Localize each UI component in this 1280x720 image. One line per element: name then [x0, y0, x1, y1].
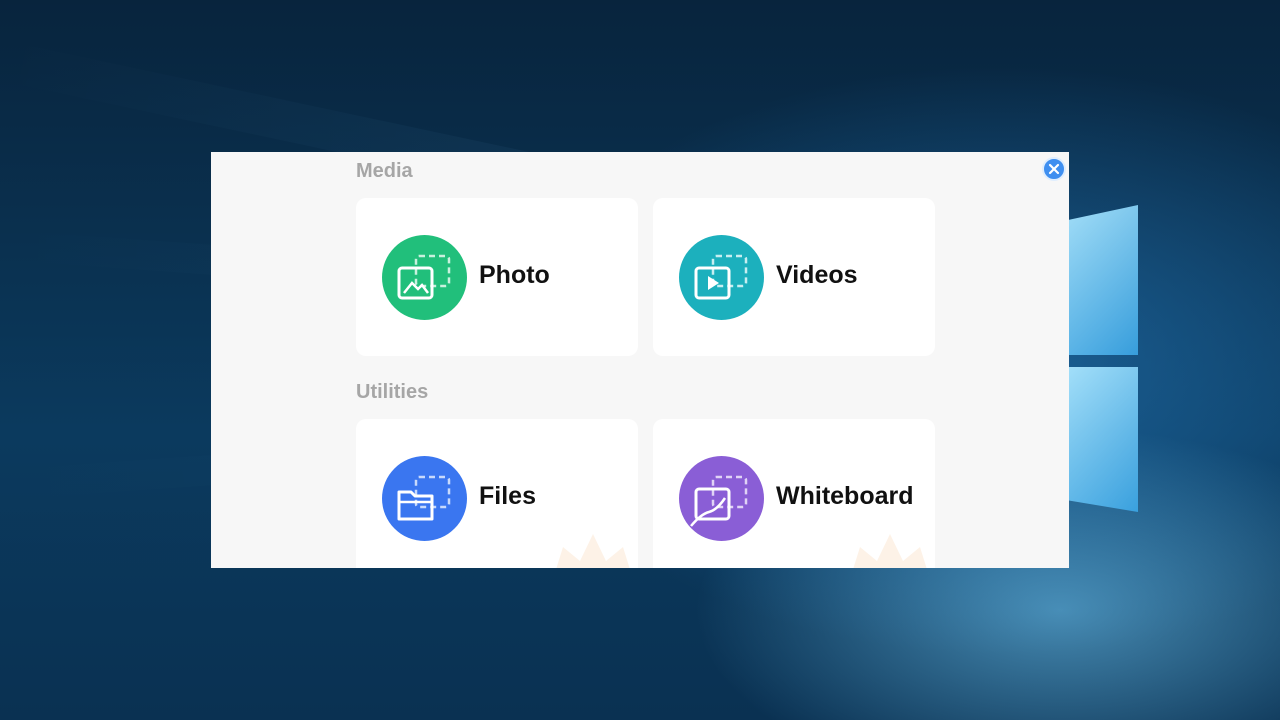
share-menu-panel: Media Photo Videos Utilities Files White…: [211, 152, 1069, 568]
section-title-media: Media: [356, 160, 413, 182]
photo-icon: [382, 235, 467, 320]
videos-label: Videos: [776, 261, 858, 289]
crown-icon: [853, 534, 927, 568]
crown-icon: [556, 534, 630, 568]
videos-card[interactable]: Videos: [653, 198, 935, 356]
whiteboard-label: Whiteboard: [776, 482, 914, 510]
close-icon: [1048, 163, 1060, 175]
photo-card[interactable]: Photo: [356, 198, 638, 356]
close-button[interactable]: [1042, 157, 1066, 181]
files-card[interactable]: Files: [356, 419, 638, 568]
whiteboard-card[interactable]: Whiteboard: [653, 419, 935, 568]
whiteboard-icon: [679, 456, 764, 541]
photo-label: Photo: [479, 261, 550, 289]
video-icon: [679, 235, 764, 320]
folder-icon: [382, 456, 467, 541]
files-label: Files: [479, 482, 536, 510]
section-title-utilities: Utilities: [356, 381, 429, 403]
